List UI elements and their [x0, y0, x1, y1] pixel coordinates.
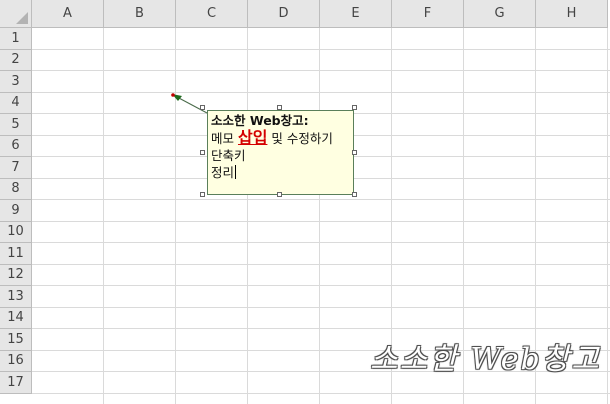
row-header-13[interactable]: 13: [0, 286, 32, 308]
resize-handle-bottom[interactable]: [277, 192, 282, 197]
gridline-horizontal: [32, 91, 610, 93]
row-header-3[interactable]: 3: [0, 71, 32, 93]
row-header-7[interactable]: 7: [0, 157, 32, 179]
comment-author-title: 소소한 Web창고:: [211, 113, 309, 128]
gridline-vertical: [247, 28, 248, 404]
gridline-horizontal: [32, 392, 610, 394]
gridline-horizontal: [32, 328, 610, 329]
comment-box[interactable]: 소소한 Web창고: 메모 삽입 및 수정하기 단축키 정리: [207, 110, 354, 195]
resize-handle-bottom-left[interactable]: [200, 192, 205, 197]
row-header-10[interactable]: 10: [0, 221, 32, 243]
row-header-14[interactable]: 14: [0, 307, 32, 329]
gridline-horizontal: [32, 220, 610, 222]
gridline-vertical: [175, 28, 176, 404]
gridline-horizontal: [32, 263, 610, 265]
comment-line-1-post: 및 수정하기: [267, 131, 333, 146]
comment-line-3: 정리: [211, 164, 350, 181]
gridline-horizontal: [32, 285, 610, 286]
row-header-5[interactable]: 5: [0, 114, 32, 136]
column-header-a[interactable]: A: [32, 0, 104, 28]
gridline-horizontal: [32, 199, 610, 200]
gridline-vertical: [103, 28, 104, 404]
row-header-6[interactable]: 6: [0, 135, 32, 157]
comment-line-3-text: 정리: [211, 165, 235, 180]
column-header-b[interactable]: B: [104, 0, 176, 28]
gridline-horizontal: [32, 48, 610, 50]
row-header-1[interactable]: 1: [0, 28, 32, 50]
comment-line-1: 메모 삽입 및 수정하기: [211, 129, 350, 147]
row-header-16[interactable]: 16: [0, 350, 32, 372]
gridline-horizontal: [32, 306, 610, 308]
watermark-text: 소소한 Web창고: [370, 342, 601, 377]
select-all-corner[interactable]: [0, 0, 32, 28]
column-header-g[interactable]: G: [464, 0, 536, 28]
resize-handle-bottom-right[interactable]: [352, 192, 357, 197]
row-header-4[interactable]: 4: [0, 92, 32, 114]
gridline-horizontal: [32, 242, 610, 243]
comment-line-1-pre: 메모: [211, 131, 238, 146]
row-header-12[interactable]: 12: [0, 264, 32, 286]
gridline-vertical: [319, 28, 320, 404]
column-header-h[interactable]: H: [536, 0, 608, 28]
select-all-triangle-icon: [16, 12, 28, 24]
column-header-c[interactable]: C: [176, 0, 248, 28]
column-header-d[interactable]: D: [248, 0, 320, 28]
row-header-11[interactable]: 11: [0, 243, 32, 265]
resize-handle-top[interactable]: [277, 105, 282, 110]
row-header-15[interactable]: 15: [0, 329, 32, 351]
resize-handle-left[interactable]: [200, 150, 205, 155]
resize-handle-top-left[interactable]: [200, 105, 205, 110]
column-header-f[interactable]: F: [392, 0, 464, 28]
text-caret: [235, 165, 237, 179]
row-header-17[interactable]: 17: [0, 372, 32, 394]
resize-handle-top-right[interactable]: [352, 105, 357, 110]
resize-handle-right[interactable]: [352, 150, 357, 155]
column-header-e[interactable]: E: [320, 0, 392, 28]
row-header-8[interactable]: 8: [0, 178, 32, 200]
row-header-2[interactable]: 2: [0, 49, 32, 71]
comment-line-2: 단축키: [211, 148, 246, 163]
comment-highlight-text: 삽입: [237, 128, 268, 147]
row-header-9[interactable]: 9: [0, 200, 32, 222]
gridline-horizontal: [32, 70, 610, 71]
gridline-vertical: [607, 28, 608, 404]
